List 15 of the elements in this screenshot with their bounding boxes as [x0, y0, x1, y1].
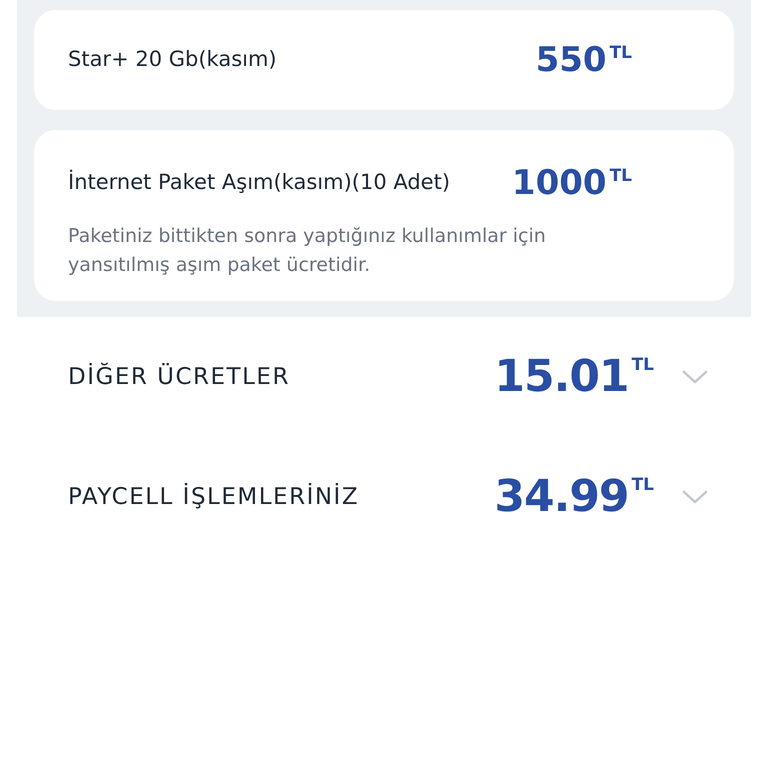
price-amount: 550 — [536, 43, 607, 77]
currency-label: TL — [610, 42, 632, 65]
section-title: DİĞER ÜCRETLER — [68, 362, 290, 392]
price-amount: 34.99 — [494, 475, 629, 519]
currency-label: TL — [632, 354, 654, 377]
price-amount: 15.01 — [494, 355, 629, 399]
package-name: İnternet Paket Aşım(kasım)(10 Adet) — [68, 168, 450, 196]
chevron-down-icon[interactable] — [682, 489, 708, 505]
currency-label: TL — [632, 474, 654, 497]
package-name: Star+ 20 Gb(kasım) — [68, 46, 277, 74]
price-amount: 1000 — [512, 166, 607, 200]
currency-label: TL — [610, 165, 632, 188]
package-description: Paketiniz bittikten sonra yaptığınız kullanımlar için yansıtılmış aşım paket ücretidir. — [68, 224, 547, 278]
chevron-down-icon[interactable] — [682, 369, 708, 385]
section-title: PAYCELL İŞLEMLERİNİZ — [68, 482, 360, 512]
